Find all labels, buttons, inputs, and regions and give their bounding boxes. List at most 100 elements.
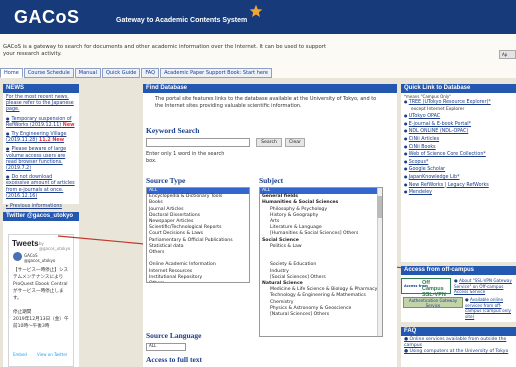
quick-link-item[interactable]: ● New RefWorks | Legacy RefWorks: [404, 182, 513, 190]
about-ssl-vpn-label[interactable]: About "SSL-VPN Gateway Service" on Off-c…: [454, 278, 512, 294]
avatar[interactable]: [13, 252, 22, 261]
source-type-listbox[interactable]: ALL Encyclopedia & Dictionary Tools Books J…: [146, 187, 250, 283]
available-services-link[interactable]: ● Available online services from off-cam…: [465, 297, 515, 319]
site-header: GACoS Gateway to Academic Contents Syste…: [0, 0, 516, 34]
quick-link-label[interactable]: JapanKnowledge Lib*: [409, 175, 460, 180]
keyword-search-title: Keyword Search: [146, 126, 200, 135]
site-tagline: Gateway to Academic Contents System: [116, 17, 248, 24]
source-language-select[interactable]: ALL: [146, 343, 186, 351]
authentication-gateway-button[interactable]: Authentication Gateway Service: [403, 297, 463, 308]
subject-listbox[interactable]: ALL General fields Humanities & Social Sci…: [259, 187, 383, 337]
tweet-author[interactable]: GACoS @gacos_utokyo: [24, 253, 55, 263]
main-tabs: Home Course Schedule Manual Quick Guide FAQ A…: [0, 68, 516, 78]
new-badge: 11.2 New: [37, 138, 65, 144]
subject-option[interactable]: [Natural Sciences] Others: [260, 312, 382, 318]
quick-link-panel: Quick Link to Database *means "Campus On…: [401, 84, 516, 262]
quick-link-item[interactable]: except Internet Explorer: [404, 107, 513, 114]
news-item-text[interactable]: For the most recent news, please refer t…: [6, 95, 74, 112]
news-item[interactable]: Temporary suspension of RefWorks (2019.1…: [6, 116, 76, 129]
news-item[interactable]: Try Engineering Village (2019.11.28) 11.…: [6, 131, 76, 144]
star-icon: [249, 4, 263, 17]
news-item-text[interactable]: Please beware of large volume access use…: [6, 147, 66, 171]
quick-link-label[interactable]: E-journal & E-book Portal*: [409, 122, 471, 127]
quick-link-label[interactable]: TREE (UTokyo Resource Explorer)*: [409, 100, 491, 105]
quick-link-item[interactable]: ● CiNii Books: [404, 144, 513, 152]
intro-section: GACoS is a gateway to search for documen…: [0, 34, 516, 68]
subject-title: Subject: [259, 176, 284, 185]
quick-link-label[interactable]: Mendeley: [409, 190, 432, 195]
quick-link-item[interactable]: ● TREE (UTokyo Resource Explorer)*: [404, 99, 513, 107]
site-logo[interactable]: GACoS: [14, 7, 80, 28]
tab-quick-guide[interactable]: Quick Guide: [101, 68, 141, 78]
quick-link-item[interactable]: ● Scopus*: [404, 159, 513, 167]
faq-list: ● Online services available from outside…: [401, 336, 516, 356]
find-database-desc: The portal site features links to the da…: [155, 96, 377, 109]
quick-link-label[interactable]: CiNii Books: [409, 145, 436, 150]
embed-link[interactable]: Embed: [13, 352, 27, 357]
off-campus-panel: Access from off-campus Access from Off C…: [401, 266, 516, 322]
subject-options: ALL General fields Humanities & Social Sci…: [260, 188, 382, 318]
faq-item[interactable]: ● Using computers at the University of T…: [404, 349, 513, 355]
news-panel: NEWS For the most recent news, please re…: [3, 84, 79, 209]
quick-link-label[interactable]: Web of Science Core Collection*: [409, 152, 486, 157]
tab-faq[interactable]: FAQ: [141, 68, 160, 78]
subject-option[interactable]: Technology & Engineering & Mathematics: [260, 293, 382, 299]
tab-home[interactable]: Home: [0, 68, 23, 78]
off-campus-title: Access from off-campus: [401, 266, 516, 275]
subject-scrollbar[interactable]: [377, 188, 382, 336]
tab-academic-paper-support-book-start-here[interactable]: Academic Paper Support Book: Start here: [160, 68, 272, 78]
quick-link-label[interactable]: Google Scholar: [409, 167, 445, 172]
new-badge: New: [61, 122, 75, 128]
twitter-title: Twitter @gacos_utokyo: [3, 212, 79, 221]
news-item-text[interactable]: Do not download excessive amount of arti…: [6, 175, 75, 199]
news-item[interactable]: Do not download excessive amount of arti…: [6, 174, 76, 200]
faq-panel: FAQ ● Online services available from out…: [401, 327, 516, 367]
source-type-title: Source Type: [146, 176, 186, 185]
apply-button[interactable]: Ap: [499, 50, 516, 59]
quick-link-item[interactable]: ● Google Scholar: [404, 166, 513, 174]
about-ssl-vpn-link[interactable]: ● About "SSL-VPN Gateway Service" on Off…: [454, 278, 514, 295]
quick-link-item[interactable]: ● Mendeley: [404, 189, 513, 197]
quick-link-item[interactable]: ● CiNii Articles: [404, 136, 513, 144]
tab-manual[interactable]: Manual: [74, 68, 101, 78]
quick-link-label[interactable]: CiNii Articles: [409, 137, 439, 142]
quick-link-item[interactable]: ● NDL ONLINE (NDL-OPAC): [404, 128, 513, 136]
intro-text: GACoS is a gateway to search for documen…: [3, 44, 327, 57]
quick-link-label[interactable]: UTokyo OPAC: [409, 114, 440, 119]
news-title: NEWS: [3, 84, 79, 93]
quick-link-label[interactable]: Scopus*: [409, 160, 429, 165]
quick-link-item[interactable]: ● UTokyo OPAC: [404, 113, 513, 121]
quick-link-title: Quick Link to Database: [401, 84, 516, 93]
faq-title: FAQ: [401, 327, 516, 336]
quick-link-label[interactable]: New RefWorks | Legacy RefWorks: [409, 183, 489, 188]
faq-item[interactable]: ● Online services available from outside…: [404, 337, 513, 349]
quick-link-item[interactable]: ● JapanKnowledge Lib*: [404, 174, 513, 182]
clear-button[interactable]: Clear: [285, 138, 305, 147]
previous-informations-label[interactable]: Previous informations: [10, 204, 62, 209]
search-button[interactable]: Search: [256, 138, 282, 147]
quick-link-note: except Internet Explorer: [411, 106, 465, 112]
news-item[interactable]: Please beware of large volume access use…: [6, 146, 76, 172]
twitter-timeline[interactable]: Tweets by @gacos_utokyo GACoS @gacos_uto…: [8, 234, 74, 367]
quick-link-item[interactable]: ● Web of Science Core Collection*: [404, 151, 513, 159]
previous-informations-link[interactable]: ▸ Previous informations: [3, 204, 79, 209]
subject-scroll-thumb[interactable]: [377, 196, 382, 218]
search-hint: Enter only 1 word in the search box.: [146, 151, 225, 164]
source-language-title: Source Language: [146, 331, 202, 340]
quick-link-label[interactable]: NDL ONLINE (NDL-OPAC): [409, 129, 468, 134]
news-item[interactable]: For the most recent news, please refer t…: [6, 95, 76, 114]
available-services-label[interactable]: Available online services from off-campu…: [465, 297, 511, 319]
tweet-text: 【サービス一時停止】システムメンテナンスによりProQuest Ebook Ce…: [13, 268, 69, 329]
tweets-by[interactable]: by @gacos_utokyo: [39, 241, 73, 251]
twitter-panel: Twitter @gacos_utokyo Tweets by @gacos_u…: [3, 212, 79, 367]
keyword-search-input[interactable]: [146, 138, 250, 147]
ssl-vpn-gateway-button[interactable]: Access from Off Campus SSL-VPN Gateway: [401, 278, 451, 304]
source-type-options: ALL Encyclopedia & Dictionary Tools Books J…: [147, 188, 249, 282]
news-list: For the most recent news, please refer t…: [3, 93, 79, 204]
tab-course-schedule[interactable]: Course Schedule: [23, 68, 74, 78]
source-type-option[interactable]: Others: [147, 281, 249, 282]
quick-link-list: ● TREE (UTokyo Resource Explorer)* except…: [404, 99, 513, 197]
quick-link-item[interactable]: ● E-journal & E-book Portal*: [404, 121, 513, 129]
tweets-label: Tweets: [12, 239, 39, 248]
view-on-twitter-link[interactable]: View on Twitter: [37, 352, 67, 357]
